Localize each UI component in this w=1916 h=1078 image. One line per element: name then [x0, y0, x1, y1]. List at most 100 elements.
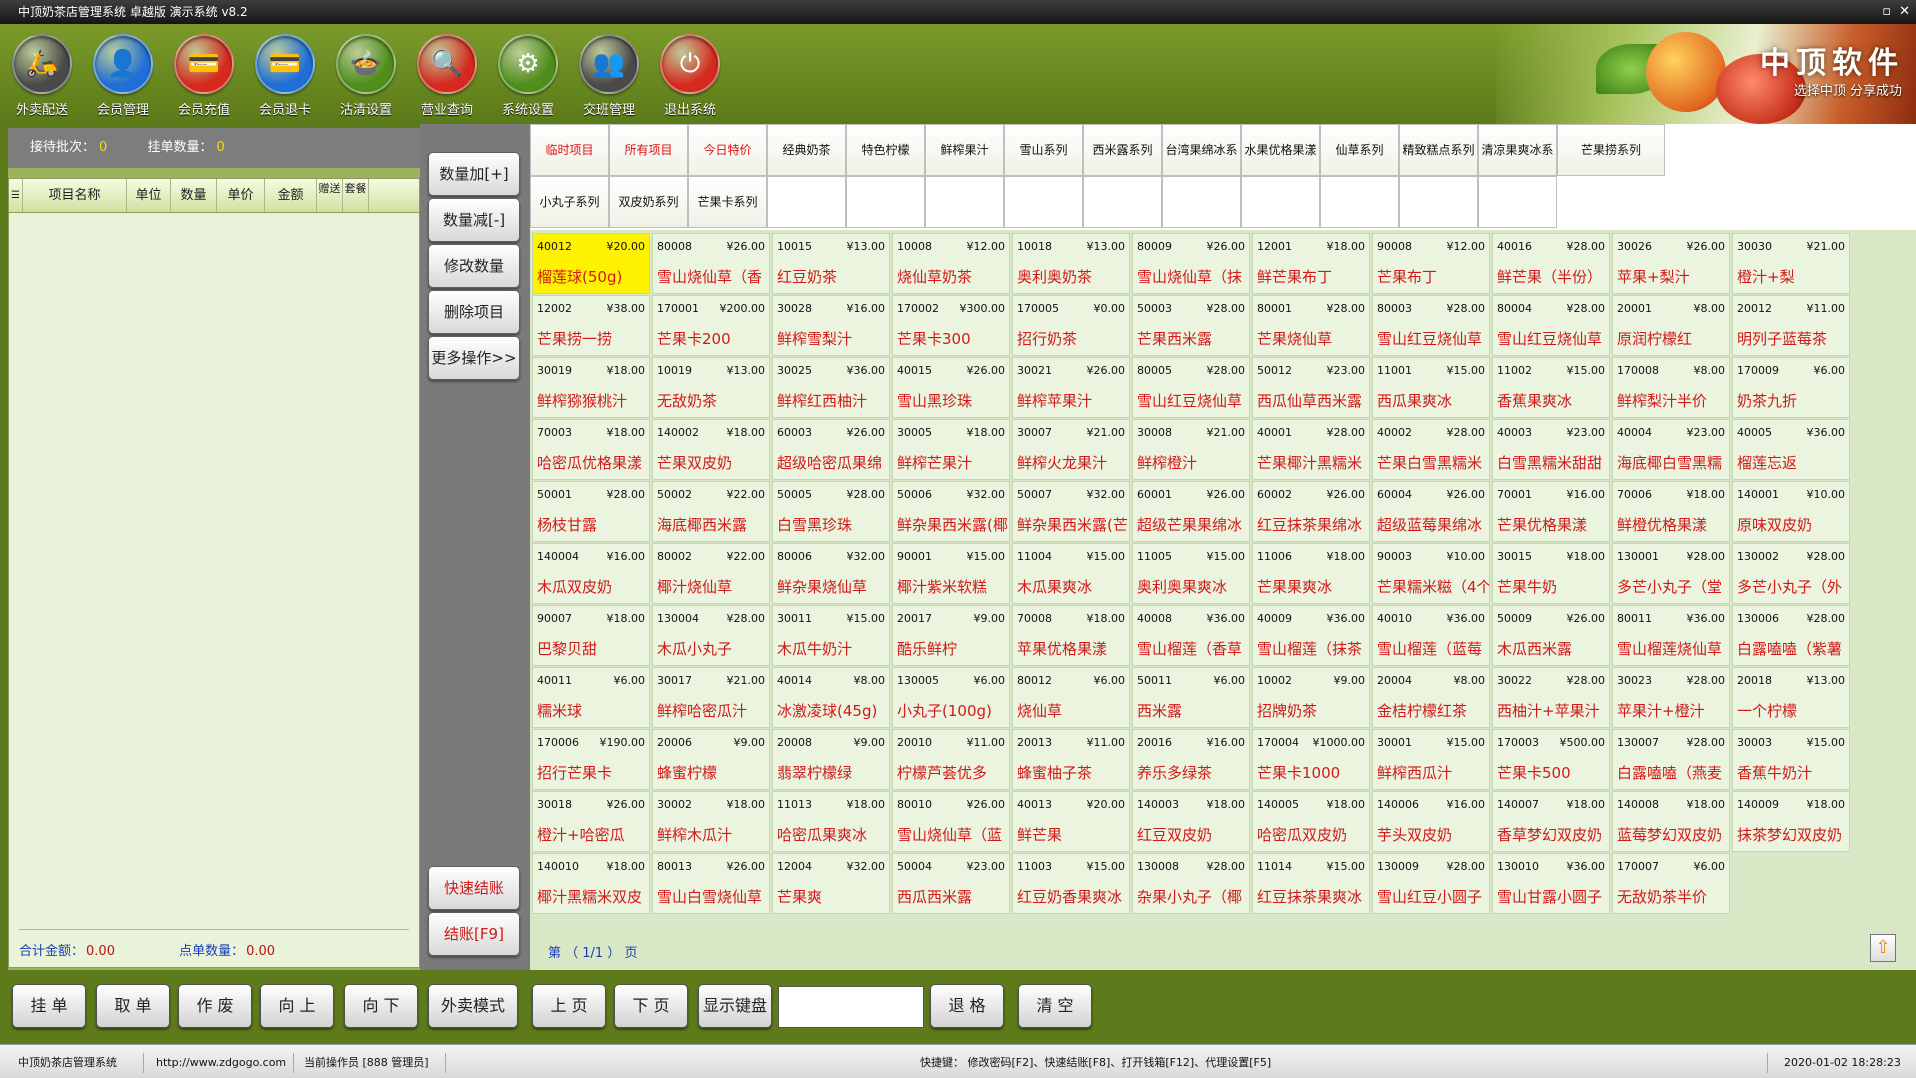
menu-item[interactable]: 70008 ¥18.00 苹果优格果漾 — [1012, 605, 1130, 666]
menu-item[interactable]: 40015 ¥26.00 雪山黑珍珠 — [892, 357, 1010, 418]
menu-item[interactable]: 20017 ¥9.00 酷乐鲜柠 — [892, 605, 1010, 666]
menu-item[interactable]: 130010 ¥36.00 雪山甘露小圆子 — [1492, 853, 1610, 914]
menu-item[interactable]: 12004 ¥32.00 芒果爽 — [772, 853, 890, 914]
menu-item[interactable]: 140004 ¥16.00 木瓜双皮奶 — [532, 543, 650, 604]
menu-item[interactable]: 80001 ¥28.00 芒果烧仙草 — [1252, 295, 1370, 356]
menu-item[interactable]: 50012 ¥23.00 西瓜仙草西米露 — [1252, 357, 1370, 418]
menu-item[interactable]: 20018 ¥13.00 一个柠檬 — [1732, 667, 1850, 728]
menu-item[interactable]: 11013 ¥18.00 哈密瓜果爽冰 — [772, 791, 890, 852]
next-page-button[interactable]: 下 页 — [614, 984, 688, 1028]
category-tab[interactable]: 台湾果绵冰系列 — [1162, 124, 1241, 207]
menu-item[interactable]: 90001 ¥15.00 椰汁紫米软糕 — [892, 543, 1010, 604]
menu-item[interactable]: 50006 ¥32.00 鲜杂果西米露(椰 — [892, 481, 1010, 542]
menu-item[interactable]: 140008 ¥18.00 蓝莓梦幻双皮奶 — [1612, 791, 1730, 852]
menu-item[interactable]: 30008 ¥21.00 鲜榨橙汁 — [1132, 419, 1250, 480]
backspace-button[interactable]: 退 格 — [930, 984, 1004, 1028]
toolbar-button[interactable]: ⚙ 系统设置 — [488, 34, 568, 120]
menu-item[interactable]: 130005 ¥6.00 小丸子(100g) — [892, 667, 1010, 728]
menu-item[interactable]: 40012 ¥20.00 榴莲球(50g) — [532, 233, 650, 294]
category-tab[interactable]: 芒果卡系列 — [688, 176, 767, 228]
menu-item[interactable]: 170005 ¥0.00 招行奶茶 — [1012, 295, 1130, 356]
prev-page-button[interactable]: 上 页 — [532, 984, 606, 1028]
menu-item[interactable]: 170002 ¥300.00 芒果卡300 — [892, 295, 1010, 356]
menu-item[interactable]: 20016 ¥16.00 养乐多绿茶 — [1132, 729, 1250, 790]
toolbar-button[interactable]: 🍲 沽清设置 — [326, 34, 406, 120]
menu-item[interactable]: 30001 ¥15.00 鲜榨西瓜汁 — [1372, 729, 1490, 790]
menu-item[interactable]: 40010 ¥36.00 雪山榴莲（蓝莓 — [1372, 605, 1490, 666]
move-up-button[interactable]: 向 上 — [260, 984, 334, 1028]
status-url[interactable]: http://www.zdgogo.com — [148, 1053, 294, 1073]
menu-item[interactable]: 40014 ¥8.00 冰激凌球(45g) — [772, 667, 890, 728]
col-item-name[interactable]: 项目名称 — [23, 179, 127, 212]
menu-item[interactable]: 50001 ¥28.00 杨枝甘露 — [532, 481, 650, 542]
menu-item[interactable]: 90003 ¥10.00 芒果糯米糍（4个 — [1372, 543, 1490, 604]
category-tab[interactable]: 经典奶茶 — [767, 124, 846, 176]
category-tab[interactable]: 所有项目 — [609, 124, 688, 176]
menu-item[interactable]: 50002 ¥22.00 海底椰西米露 — [652, 481, 770, 542]
category-tab[interactable]: 双皮奶系列 — [609, 176, 688, 228]
menu-item[interactable]: 140006 ¥16.00 芋头双皮奶 — [1372, 791, 1490, 852]
menu-item[interactable]: 11001 ¥15.00 西瓜果爽冰 — [1372, 357, 1490, 418]
menu-item[interactable]: 40016 ¥28.00 鲜芒果（半份） — [1492, 233, 1610, 294]
qty-plus-button[interactable]: 数量加[+] — [428, 152, 520, 196]
menu-item[interactable]: 90007 ¥18.00 巴黎贝甜 — [532, 605, 650, 666]
menu-item[interactable]: 80010 ¥26.00 雪山烧仙草（蓝 — [892, 791, 1010, 852]
menu-item[interactable]: 20013 ¥11.00 蜂蜜柚子茶 — [1012, 729, 1130, 790]
menu-item[interactable]: 170004 ¥1000.00 芒果卡1000 — [1252, 729, 1370, 790]
menu-item[interactable]: 40009 ¥36.00 雪山榴莲（抹茶 — [1252, 605, 1370, 666]
category-tab[interactable]: 临时项目 — [530, 124, 609, 176]
restore-icon[interactable]: ▫ — [1882, 0, 1891, 24]
col-price[interactable]: 单价 — [217, 179, 265, 212]
menu-item[interactable]: 30018 ¥26.00 橙汁+哈密瓜 — [532, 791, 650, 852]
menu-item[interactable]: 60001 ¥26.00 超级芒果果绵冰 — [1132, 481, 1250, 542]
menu-item[interactable]: 130002 ¥28.00 多芒小丸子（外 — [1732, 543, 1850, 604]
scroll-top-icon[interactable]: ⇧ — [1870, 934, 1896, 962]
menu-item[interactable]: 30028 ¥16.00 鲜榨雪梨汁 — [772, 295, 890, 356]
menu-item[interactable]: 140002 ¥18.00 芒果双皮奶 — [652, 419, 770, 480]
menu-item[interactable]: 30003 ¥15.00 香蕉牛奶汁 — [1732, 729, 1850, 790]
menu-item[interactable]: 80006 ¥32.00 鲜杂果烧仙草 — [772, 543, 890, 604]
menu-item[interactable]: 20006 ¥9.00 蜂蜜柠檬 — [652, 729, 770, 790]
checkout-button[interactable]: 结账[F9] — [428, 912, 520, 956]
take-order-button[interactable]: 取 单 — [96, 984, 170, 1028]
category-tab[interactable]: 仙草系列 — [1320, 124, 1399, 176]
category-tab[interactable]: 西米露系列 — [1083, 124, 1162, 176]
menu-item[interactable]: 30015 ¥18.00 芒果牛奶 — [1492, 543, 1610, 604]
menu-item[interactable]: 50003 ¥28.00 芒果西米露 — [1132, 295, 1250, 356]
menu-item[interactable]: 50007 ¥32.00 鲜杂果西米露(芒 — [1012, 481, 1130, 542]
menu-item[interactable]: 20001 ¥8.00 原润柠檬红 — [1612, 295, 1730, 356]
menu-item[interactable]: 30007 ¥21.00 鲜榨火龙果汁 — [1012, 419, 1130, 480]
menu-item[interactable]: 130001 ¥28.00 多芒小丸子（堂 — [1612, 543, 1730, 604]
menu-item[interactable]: 10015 ¥13.00 红豆奶茶 — [772, 233, 890, 294]
menu-item[interactable]: 40008 ¥36.00 雪山榴莲（香草 — [1132, 605, 1250, 666]
menu-item[interactable]: 130004 ¥28.00 木瓜小丸子 — [652, 605, 770, 666]
menu-item[interactable]: 50011 ¥6.00 西米露 — [1132, 667, 1250, 728]
menu-item[interactable]: 10002 ¥9.00 招牌奶茶 — [1252, 667, 1370, 728]
delete-item-button[interactable]: 删除项目 — [428, 290, 520, 334]
menu-item[interactable]: 30021 ¥26.00 鲜榨苹果汁 — [1012, 357, 1130, 418]
category-tab[interactable]: 清凉果爽冰系列 — [1478, 124, 1557, 207]
category-tab[interactable]: 芒果捞系列 — [1557, 124, 1665, 176]
toolbar-button[interactable]: 💳 会员退卡 — [245, 34, 325, 120]
menu-item[interactable]: 50004 ¥23.00 西瓜西米露 — [892, 853, 1010, 914]
menu-item[interactable]: 140001 ¥10.00 原味双皮奶 — [1732, 481, 1850, 542]
order-table[interactable]: ☰ 项目名称 单位 数量 单价 金额 赠送 套餐 合计金额： 0.00 点单数量：… — [8, 178, 420, 968]
menu-item[interactable]: 60003 ¥26.00 超级哈密瓜果绵 — [772, 419, 890, 480]
col-gift[interactable]: 赠送 — [317, 179, 343, 212]
menu-item[interactable]: 140007 ¥18.00 香草梦幻双皮奶 — [1492, 791, 1610, 852]
menu-item[interactable]: 11004 ¥15.00 木瓜果爽冰 — [1012, 543, 1130, 604]
menu-item[interactable]: 10018 ¥13.00 奥利奥奶茶 — [1012, 233, 1130, 294]
toolbar-button[interactable]: 🔍 营业查询 — [407, 34, 487, 120]
menu-item[interactable]: 170001 ¥200.00 芒果卡200 — [652, 295, 770, 356]
menu-item[interactable]: 30002 ¥18.00 鲜榨木瓜汁 — [652, 791, 770, 852]
menu-item[interactable]: 11014 ¥15.00 红豆抹茶果爽冰 — [1252, 853, 1370, 914]
menu-item[interactable]: 30011 ¥15.00 木瓜牛奶汁 — [772, 605, 890, 666]
void-button[interactable]: 作 废 — [178, 984, 252, 1028]
menu-item[interactable]: 130006 ¥28.00 白露嗑嗑（紫薯 — [1732, 605, 1850, 666]
col-combo[interactable]: 套餐 — [343, 179, 369, 212]
menu-item[interactable]: 11005 ¥15.00 奥利奥果爽冰 — [1132, 543, 1250, 604]
category-tab[interactable]: 精致糕点系列 — [1399, 124, 1478, 176]
hang-order-button[interactable]: 挂 单 — [12, 984, 86, 1028]
menu-item[interactable]: 30025 ¥36.00 鲜榨红西柚汁 — [772, 357, 890, 418]
item-search-input[interactable] — [778, 986, 924, 1028]
